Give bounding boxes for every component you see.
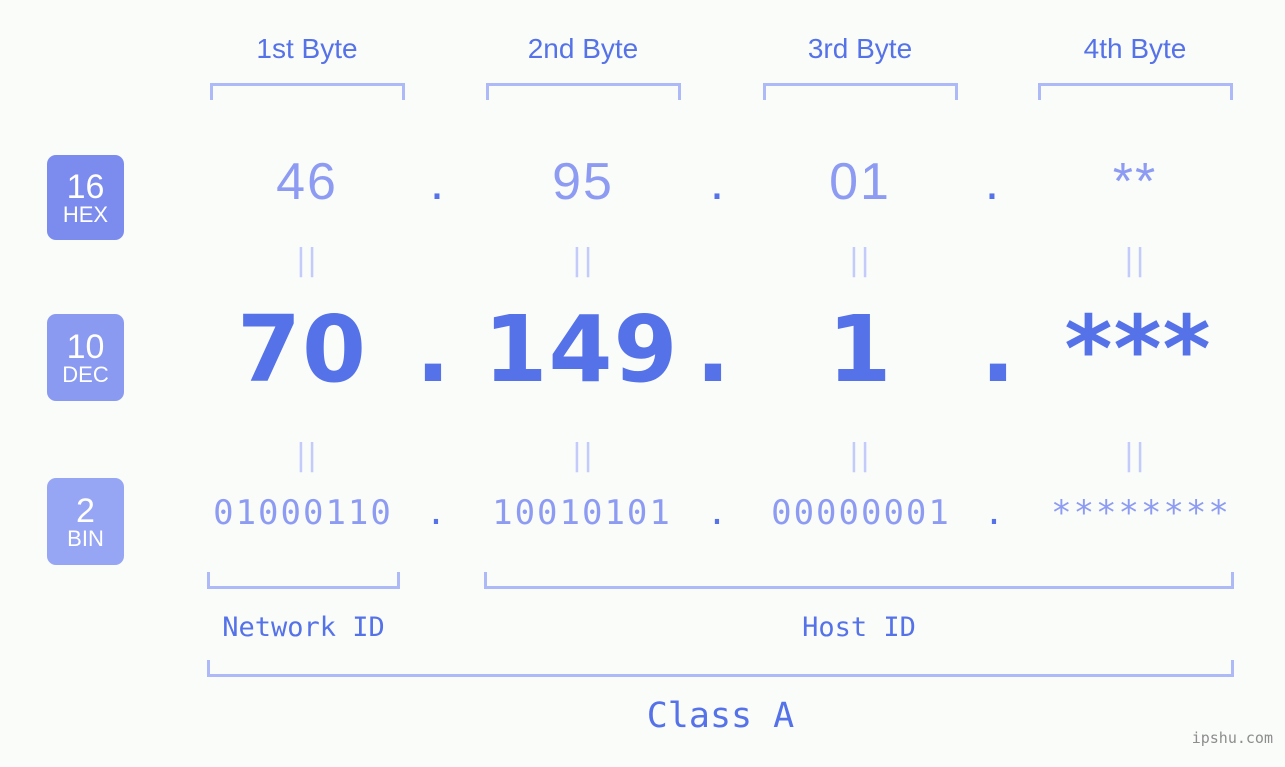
- dec-byte-4: ***: [1064, 296, 1212, 403]
- hex-separator-3: .: [984, 153, 1000, 211]
- hex-separator-2: .: [709, 153, 725, 211]
- byte-bracket-2: [486, 83, 681, 100]
- bin-separator-3: .: [983, 493, 1005, 533]
- radix-badge-hex-name: HEX: [62, 201, 109, 227]
- equals-hex-dec-2: ||: [571, 243, 595, 278]
- bin-separator-1: .: [425, 493, 447, 533]
- dec-separator-3: .: [980, 296, 1016, 403]
- byte-header-4: 4th Byte: [1083, 33, 1187, 64]
- radix-badge-hex[interactable]: 16 HEX: [47, 155, 124, 240]
- equals-hex-dec-4: ||: [1123, 243, 1147, 278]
- class-bracket: [207, 660, 1234, 677]
- dec-byte-1: 70: [236, 296, 368, 403]
- radix-badge-dec[interactable]: 10 DEC: [47, 314, 124, 401]
- equals-hex-dec-1: ||: [295, 243, 319, 278]
- radix-badge-bin-base: 2: [76, 491, 95, 530]
- equals-dec-bin-3: ||: [848, 438, 872, 473]
- radix-badge-dec-base: 10: [66, 327, 105, 366]
- hex-byte-2: 95: [552, 153, 614, 211]
- radix-badge-bin[interactable]: 2 BIN: [47, 478, 124, 565]
- host-id-label: Host ID: [802, 612, 916, 643]
- network-id-label: Network ID: [222, 612, 385, 643]
- byte-bracket-3: [763, 83, 958, 100]
- byte-header-1: 1st Byte: [256, 33, 358, 64]
- host-id-bracket: [484, 572, 1234, 589]
- equals-dec-bin-1: ||: [295, 438, 319, 473]
- dec-separator-2: .: [695, 296, 731, 403]
- byte-header-3: 3rd Byte: [807, 33, 913, 64]
- bin-byte-3: 00000001: [771, 493, 951, 533]
- radix-badge-dec-name: DEC: [62, 361, 109, 387]
- bin-separator-2: .: [706, 493, 728, 533]
- class-label: Class A: [646, 696, 795, 736]
- equals-dec-bin-4: ||: [1123, 438, 1147, 473]
- hex-byte-1: 46: [276, 153, 338, 211]
- bin-byte-4: ********: [1051, 493, 1231, 533]
- dec-byte-2: 149: [483, 296, 679, 403]
- site-watermark: ipshu.com: [1191, 729, 1273, 747]
- radix-badge-bin-name: BIN: [67, 525, 104, 551]
- equals-dec-bin-2: ||: [571, 438, 595, 473]
- dec-separator-1: .: [415, 296, 451, 403]
- ip-address-breakdown-diagram: 1st Byte 2nd Byte 3rd Byte 4th Byte 16 H…: [0, 0, 1285, 767]
- bin-byte-1: 01000110: [213, 493, 393, 533]
- byte-bracket-1: [210, 83, 405, 100]
- bin-byte-2: 10010101: [492, 493, 672, 533]
- network-id-bracket: [207, 572, 400, 589]
- radix-badge-hex-base: 16: [66, 167, 105, 206]
- byte-bracket-4: [1038, 83, 1233, 100]
- hex-byte-3: 01: [829, 153, 891, 211]
- hex-separator-1: .: [429, 153, 445, 211]
- equals-hex-dec-3: ||: [848, 243, 872, 278]
- byte-header-2: 2nd Byte: [527, 33, 639, 64]
- dec-byte-3: 1: [827, 296, 893, 403]
- hex-byte-4: **: [1112, 153, 1158, 211]
